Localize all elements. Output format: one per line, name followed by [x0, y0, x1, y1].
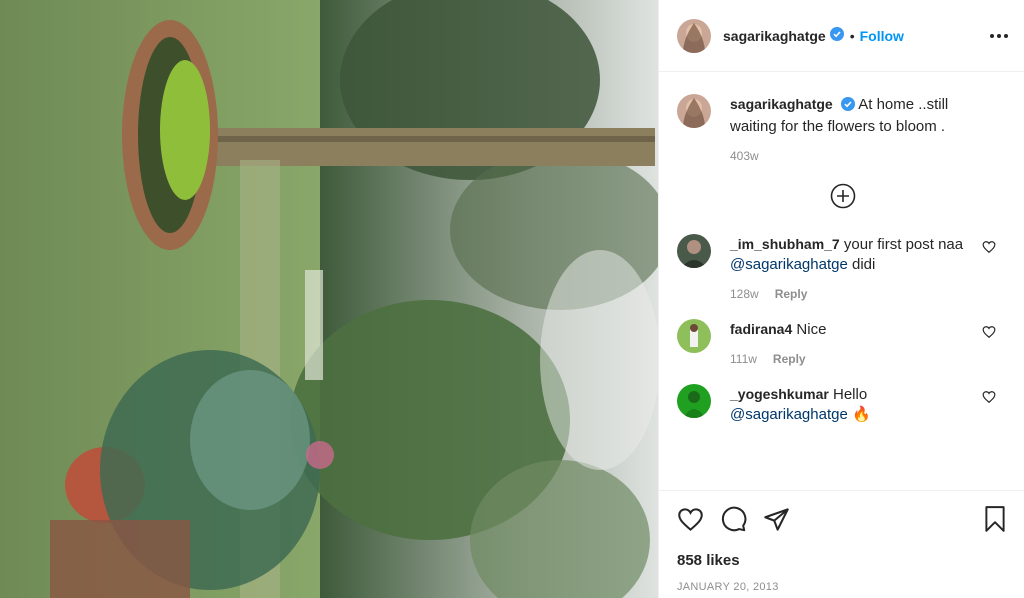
load-more-comments — [677, 183, 1008, 212]
post-date: JANUARY 20, 2013 — [677, 581, 779, 593]
comment-icon[interactable] — [720, 506, 747, 536]
likes-count[interactable]: 858 likes — [677, 552, 1008, 569]
reply-button[interactable]: Reply — [773, 352, 806, 366]
comment-row: fadirana4 Nice 111w Reply — [677, 319, 1008, 366]
reply-button[interactable]: Reply — [775, 287, 808, 301]
comment-mention[interactable]: @sagarikaghatge — [730, 256, 848, 273]
commenter-avatar[interactable] — [677, 319, 711, 353]
action-icons — [677, 505, 1008, 536]
heart-icon[interactable] — [677, 506, 704, 536]
caption-row: sagarikaghatge At home ..still waiting f… — [677, 94, 1008, 163]
comment-like-heart-icon[interactable] — [982, 240, 996, 257]
plus-circle-icon[interactable] — [830, 183, 856, 212]
comment-row: _im_shubham_7 your first post naa @sagar… — [677, 234, 1008, 301]
comment-text: _im_shubham_7 your first post naa @sagar… — [730, 234, 975, 275]
caption-meta: 403w — [730, 149, 975, 163]
author-avatar[interactable] — [677, 18, 711, 53]
post-viewer: sagarikaghatge • Follow sagarikaghatge A… — [0, 0, 1024, 598]
bookmark-icon[interactable] — [982, 505, 1008, 536]
comment-username[interactable]: _yogeshkumar — [730, 386, 829, 402]
comment-body: Hello — [833, 386, 868, 403]
comment-age[interactable]: 128w — [730, 287, 759, 301]
post-header: sagarikaghatge • Follow — [659, 0, 1024, 72]
comment-text: fadirana4 Nice — [730, 319, 975, 340]
verified-badge-icon — [829, 27, 844, 44]
header-separator: • — [849, 27, 855, 44]
comment-mention[interactable]: @sagarikaghatge — [730, 406, 848, 423]
post-photo[interactable] — [0, 0, 658, 598]
caption-username[interactable]: sagarikaghatge — [730, 96, 833, 112]
comment-text: _yogeshkumar Hello @sagarikaghatge 🔥 — [730, 384, 975, 425]
comment-like-heart-icon[interactable] — [982, 390, 996, 407]
comment-age[interactable]: 111w — [730, 352, 757, 366]
post-details-panel: sagarikaghatge • Follow sagarikaghatge A… — [658, 0, 1024, 598]
comment-username[interactable]: fadirana4 — [730, 321, 792, 337]
comment-body-end: 🔥 — [847, 406, 871, 423]
comment-meta: 128w Reply — [730, 287, 975, 301]
comment-body-end: didi — [847, 256, 876, 273]
comment-body: Nice — [796, 321, 827, 338]
more-options-icon[interactable] — [990, 33, 1008, 38]
comment-body: your first post naa — [843, 236, 964, 253]
follow-button[interactable]: Follow — [860, 28, 904, 44]
commenter-avatar[interactable] — [677, 384, 711, 418]
commenter-avatar[interactable] — [677, 234, 711, 268]
post-actions: 858 likes JANUARY 20, 2013 — [659, 490, 1024, 598]
caption-age[interactable]: 403w — [730, 149, 759, 163]
comment-username[interactable]: _im_shubham_7 — [730, 236, 840, 252]
comment-meta: 111w Reply — [730, 352, 975, 366]
verified-badge-icon — [840, 97, 855, 117]
garden-photo — [0, 0, 658, 598]
caption-text: sagarikaghatge At home ..still waiting f… — [730, 94, 975, 137]
comment-like-heart-icon[interactable] — [982, 325, 996, 342]
paper-plane-icon[interactable] — [763, 506, 790, 536]
author-username[interactable]: sagarikaghatge — [723, 28, 826, 44]
comments-section: sagarikaghatge At home ..still waiting f… — [659, 72, 1024, 490]
comment-row: _yogeshkumar Hello @sagarikaghatge 🔥 — [677, 384, 1008, 425]
author-avatar[interactable] — [677, 94, 711, 128]
